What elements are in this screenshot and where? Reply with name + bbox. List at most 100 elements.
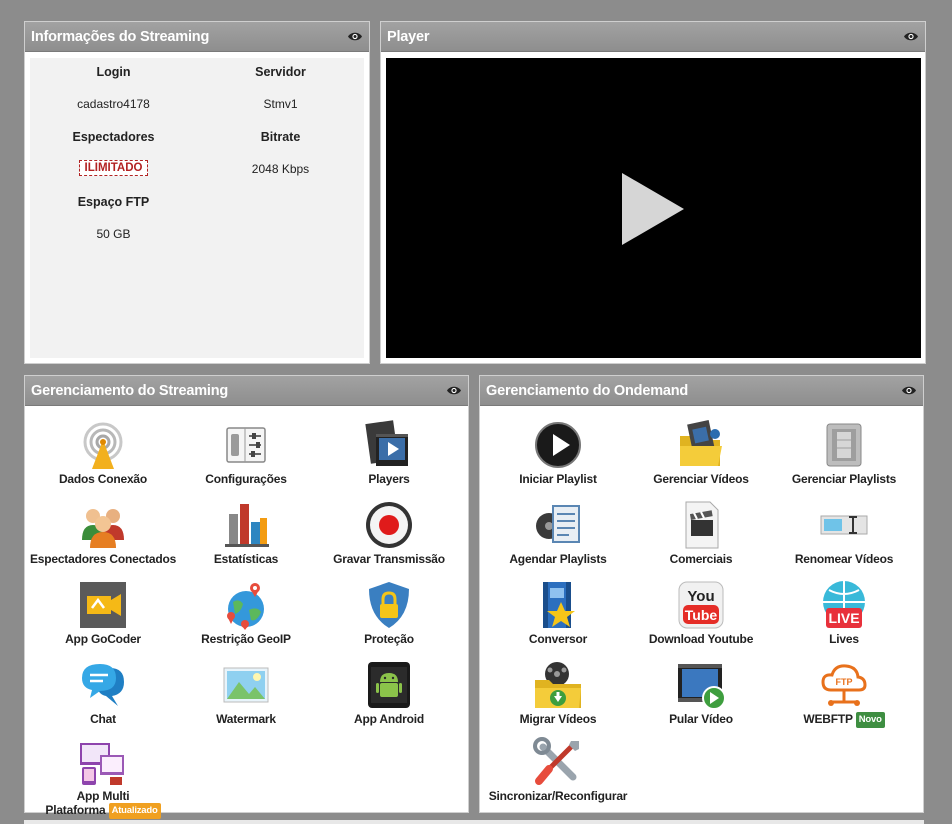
streaming-management-panel: Gerenciamento do Streaming Dados Conexão xyxy=(24,375,469,819)
play-icon[interactable] xyxy=(622,173,684,245)
tile-label: Sincronizar/Reconfigurar xyxy=(488,789,628,803)
tile-app-gocoder[interactable]: App GoCoder xyxy=(28,580,178,646)
tile-renomear-videos[interactable]: Renomear Vídeos xyxy=(769,500,919,566)
image-icon xyxy=(223,667,269,703)
film-player-icon xyxy=(365,420,408,466)
tile-download-youtube[interactable]: You Tube Download Youtube xyxy=(626,580,776,646)
tile-gerenciar-videos[interactable]: Gerenciar Vídeos xyxy=(626,420,776,486)
tile-lives[interactable]: LIVE Lives xyxy=(769,580,919,646)
tile-migrar-videos[interactable]: Migrar Vídeos xyxy=(483,660,633,726)
tile-label: Watermark xyxy=(216,712,276,726)
ftp-value: 50 GB xyxy=(96,227,131,241)
bar-chart-icon xyxy=(225,504,269,547)
svg-text:LIVE: LIVE xyxy=(828,610,859,626)
schedule-reel-icon xyxy=(536,505,580,543)
tile-label: Restrição GeoIP xyxy=(201,632,291,646)
sliders-icon xyxy=(226,427,266,463)
tile-app-android[interactable]: App Android xyxy=(314,660,464,726)
bitrate-value: 2048 Kbps xyxy=(251,162,310,176)
tile-iniciar-playlist[interactable]: Iniciar Playlist xyxy=(483,420,633,486)
tile-gerenciar-playlists[interactable]: Gerenciar Playlists xyxy=(769,420,919,486)
tile-label: Conversor xyxy=(528,632,588,646)
updated-tag: Atualizado xyxy=(108,803,161,819)
tile-label: Configurações xyxy=(205,472,287,486)
tile-espectadores-conectados[interactable]: Espectadores Conectados xyxy=(28,500,178,566)
tile-agendar-playlists[interactable]: Agendar Playlists xyxy=(483,500,633,566)
tile-label: Pular Vídeo xyxy=(669,712,733,726)
tile-estatisticas[interactable]: Estatísticas xyxy=(171,500,321,566)
tile-restricao-geoip[interactable]: Restrição GeoIP xyxy=(171,580,321,646)
panel-title: Gerenciamento do Ondemand xyxy=(486,383,689,399)
chat-icon xyxy=(82,664,124,706)
tile-comerciais[interactable]: Comerciais xyxy=(626,500,776,566)
tile-sincronizar-reconfigurar[interactable]: Sincronizar/Reconfigurar xyxy=(483,737,633,803)
tile-label: Migrar Vídeos xyxy=(519,712,597,726)
converter-icon xyxy=(543,582,575,628)
server-value: Stmv1 xyxy=(263,97,298,111)
tile-label: Gerenciar Playlists xyxy=(791,472,897,486)
tile-label: Lives xyxy=(829,632,859,646)
panel-title: Informações do Streaming xyxy=(31,29,210,45)
svg-text:You: You xyxy=(687,588,714,605)
ondemand-management-panel: Gerenciamento do Ondemand Iniciar Playli… xyxy=(479,375,924,813)
tile-label: Download Youtube xyxy=(648,632,754,646)
tile-dados-conexao[interactable]: Dados Conexão xyxy=(28,420,178,486)
rename-icon xyxy=(820,515,868,535)
eye-icon[interactable] xyxy=(446,385,462,396)
tile-label: Chat xyxy=(90,712,116,726)
eye-icon[interactable] xyxy=(347,31,363,42)
people-icon xyxy=(82,509,124,548)
bottom-panel-edge xyxy=(24,820,924,824)
info-body: Login Servidor cadastro4178 Stmv1 Espect… xyxy=(30,58,364,358)
tile-app-multi-plataforma[interactable]: App Multi Plataforma Atualizado xyxy=(28,737,178,819)
eye-icon[interactable] xyxy=(901,385,917,396)
tile-label: App GoCoder xyxy=(65,632,141,646)
tile-label-line1: App Multi xyxy=(76,789,130,803)
tile-label: Estatísticas xyxy=(213,552,279,566)
tile-protecao[interactable]: Proteção xyxy=(314,580,464,646)
youtube-icon: You Tube xyxy=(678,581,724,629)
multi-device-icon xyxy=(80,743,124,785)
tile-configuracoes[interactable]: Configurações xyxy=(171,420,321,486)
skip-video-icon xyxy=(678,664,726,710)
tile-webftp[interactable]: FTP WEBFTP Novo xyxy=(769,660,919,728)
tile-label: App Android xyxy=(353,712,424,726)
unlimited-badge: ILIMITADO xyxy=(78,160,149,176)
film-box-icon xyxy=(826,423,862,467)
tile-label: Gravar Transmissão xyxy=(333,552,445,566)
tools-icon xyxy=(533,737,579,785)
shield-lock-icon xyxy=(369,582,409,628)
tile-pular-video[interactable]: Pular Vídeo xyxy=(626,660,776,726)
globe-pin-icon xyxy=(227,583,264,630)
ftp-cloud-icon: FTP xyxy=(821,664,867,706)
panel-header: Informações do Streaming xyxy=(25,22,369,52)
eye-icon[interactable] xyxy=(903,31,919,42)
tile-conversor[interactable]: Conversor xyxy=(483,580,633,646)
play-circle-icon xyxy=(535,422,581,468)
migrate-folder-icon xyxy=(535,662,581,708)
clapper-doc-icon xyxy=(685,501,719,549)
tile-gravar-transmissao[interactable]: Gravar Transmissão xyxy=(314,500,464,566)
panel-header: Gerenciamento do Ondemand xyxy=(480,376,923,406)
live-icon: LIVE xyxy=(823,581,865,628)
svg-text:FTP: FTP xyxy=(836,677,853,687)
tile-label: Agendar Playlists xyxy=(509,552,607,566)
panel-title: Gerenciamento do Streaming xyxy=(31,383,229,399)
tile-label: Players xyxy=(368,472,410,486)
tile-watermark[interactable]: Watermark xyxy=(171,660,321,726)
ftp-label: Espaço FTP xyxy=(77,195,150,209)
tile-chat[interactable]: Chat xyxy=(28,660,178,726)
tile-label-line2: Plataforma xyxy=(45,803,106,818)
tile-players[interactable]: Players xyxy=(314,420,464,486)
tile-label: Comerciais xyxy=(669,552,733,566)
video-player[interactable] xyxy=(386,58,921,358)
viewers-value-wrap: ILIMITADO xyxy=(30,160,197,176)
tile-label: Dados Conexão xyxy=(58,472,148,486)
tile-label: Renomear Vídeos xyxy=(794,552,894,566)
tile-label-text: WEBFTP xyxy=(803,712,853,727)
new-tag: Novo xyxy=(855,712,885,728)
login-value: cadastro4178 xyxy=(77,97,150,111)
tile-label: Gerenciar Vídeos xyxy=(653,472,749,486)
tile-label: App Multi Plataforma Atualizado xyxy=(28,789,178,819)
panel-title: Player xyxy=(387,29,430,45)
